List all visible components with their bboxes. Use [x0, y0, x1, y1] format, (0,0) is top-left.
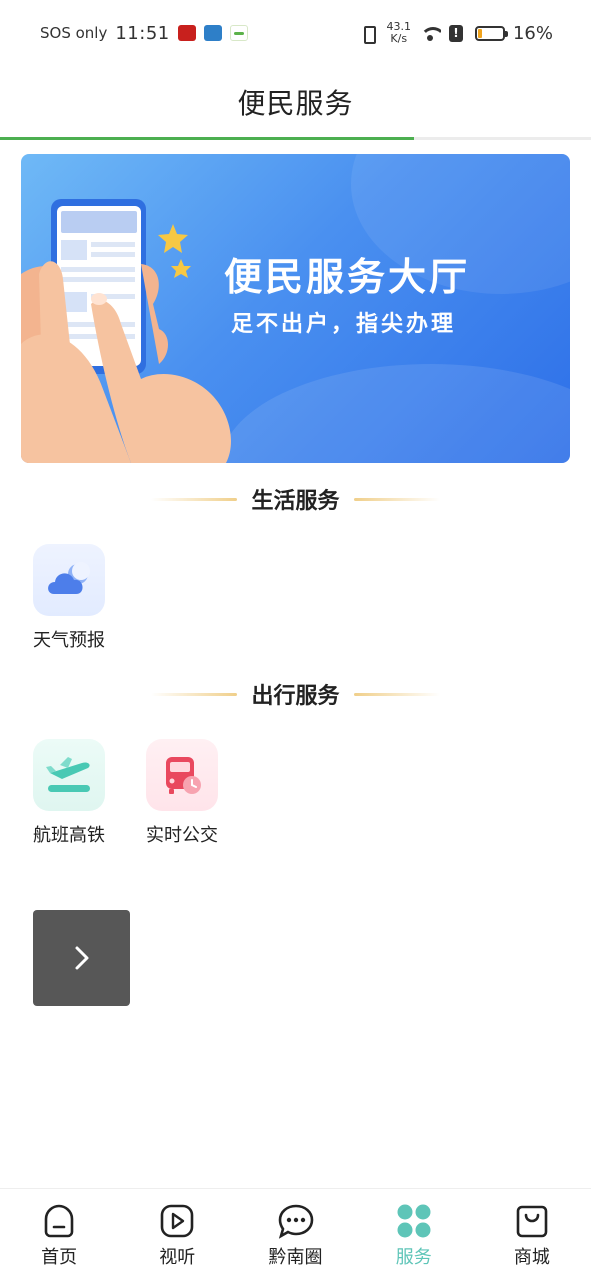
- vibrate-icon: [358, 24, 378, 44]
- app-notification-icon: [229, 25, 248, 41]
- section-divider: [353, 692, 440, 696]
- nav-label: 商城: [513, 1247, 550, 1268]
- home-icon: [44, 1204, 74, 1238]
- nav-item-video[interactable]: 视听: [118, 1189, 236, 1280]
- bottom-nav: 首页 视听 黔南圈 服务 商城: [0, 1188, 591, 1280]
- page-title: 便民服务: [237, 87, 354, 120]
- wifi-icon: [419, 25, 441, 41]
- nav-label: 视听: [159, 1247, 196, 1268]
- section-title-travel: 出行服务: [0, 679, 591, 709]
- status-left: SOS only 11:51: [40, 23, 248, 44]
- nav-item-services[interactable]: 服务: [355, 1189, 473, 1280]
- nav-label: 首页: [41, 1247, 78, 1268]
- section-title-text: 出行服务: [251, 684, 340, 709]
- service-hall-banner[interactable]: 便民服务大厅 足不出户，指尖办理: [21, 154, 570, 463]
- network-speed: 43.1 K/s: [386, 21, 411, 45]
- grid-icon: [397, 1204, 431, 1238]
- chevron-right-icon: [75, 946, 88, 970]
- app-notification-icon: [177, 25, 196, 41]
- service-label: 实时公交: [146, 825, 218, 846]
- nav-label: 服务: [395, 1247, 432, 1268]
- battery-percent: 16%: [512, 22, 553, 44]
- section-title-life: 生活服务: [0, 484, 591, 514]
- loading-progress-fill: [0, 137, 414, 140]
- flight-icon: [33, 739, 105, 811]
- chat-icon: [278, 1204, 313, 1239]
- service-label: 天气预报: [33, 630, 105, 651]
- shopping-bag-icon: [516, 1205, 548, 1238]
- banner-title: 便民服务大厅: [224, 255, 471, 299]
- battery-fill: [477, 28, 482, 38]
- service-flight-train[interactable]: 航班高铁: [21, 739, 117, 847]
- next-button[interactable]: [33, 910, 130, 1006]
- app-notification-icon: [203, 25, 222, 41]
- service-weather[interactable]: 天气预报: [21, 544, 117, 652]
- weather-icon: [33, 544, 105, 616]
- nav-item-home[interactable]: 首页: [0, 1189, 118, 1280]
- section-divider: [151, 692, 238, 696]
- sos-label: SOS only: [40, 24, 108, 42]
- section-divider: [353, 497, 440, 501]
- section-divider: [151, 497, 238, 501]
- nav-item-community[interactable]: 黔南圈: [236, 1189, 354, 1280]
- clock: 11:51: [115, 22, 170, 44]
- service-realtime-bus[interactable]: 实时公交: [134, 739, 230, 847]
- nav-label: 黔南圈: [268, 1247, 323, 1268]
- play-icon: [160, 1204, 194, 1238]
- service-label: 航班高铁: [33, 825, 105, 846]
- nav-item-mall[interactable]: 商城: [473, 1189, 591, 1280]
- page-header: 便民服务: [0, 66, 591, 138]
- network-speed-unit: K/s: [390, 32, 408, 45]
- alert-icon: !: [448, 24, 463, 42]
- section-title-text: 生活服务: [251, 489, 340, 514]
- status-bar: SOS only 11:51 43.1 K/s ! 16%: [0, 0, 591, 66]
- status-right: 43.1 K/s ! 16%: [358, 21, 553, 45]
- banner-subtitle: 足不出户，指尖办理: [231, 312, 457, 337]
- bus-icon: [146, 739, 218, 811]
- loading-progress: [0, 137, 591, 140]
- battery-icon: [474, 25, 508, 41]
